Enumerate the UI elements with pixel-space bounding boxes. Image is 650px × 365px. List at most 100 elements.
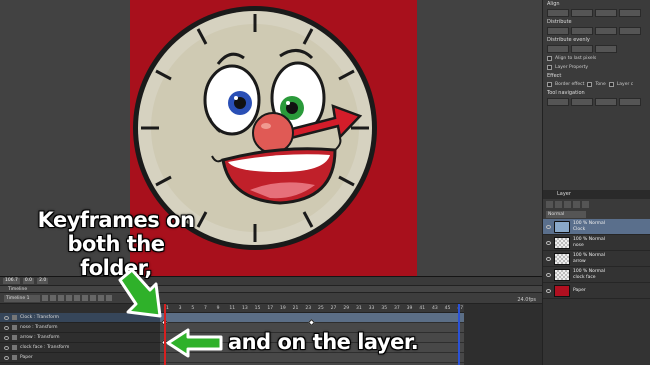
blend-mode-select[interactable]: Normal [546,210,586,218]
layer-tool-4[interactable] [573,200,580,208]
layer-item-arrow[interactable]: 100 % Normal arrow [543,251,650,267]
keyframe-icon[interactable] [98,295,104,301]
distribute-evenly-h-button[interactable] [547,45,569,53]
track-clock-face[interactable]: clock face : Transform [0,343,160,353]
loop-icon[interactable] [90,295,96,301]
layer-icon [12,355,17,360]
layer-tool-1[interactable] [546,200,553,208]
next-frame-icon[interactable] [74,295,80,301]
arrow-left-icon [166,328,223,358]
eye-icon[interactable] [546,272,551,277]
effect-options: Border effect Tone Layer c [543,80,650,89]
frame-tick: 9 [216,306,220,311]
caption-layer-keyframes: and on the layer. [228,330,419,354]
layer-thumbnail [554,252,570,265]
fps-label: 24.0fps [517,297,536,303]
layer-icon [12,345,17,350]
distribute-evenly-buttons [543,44,650,54]
prev-frame-icon[interactable] [58,295,64,301]
distribute-buttons [543,26,650,36]
frame-tick: 45 [444,306,451,311]
layer-tool-3[interactable] [564,200,571,208]
layer-item-clock[interactable]: 100 % Normal Clock [543,219,650,235]
border-effect-checkbox[interactable] [547,82,552,87]
layer-property-option[interactable]: Layer Property [543,63,650,72]
align-left-button[interactable] [547,9,569,17]
layer-item-clock-face[interactable]: 100 % Normal clock face [543,267,650,283]
layer-tool-2[interactable] [555,200,562,208]
distribute-top-button[interactable] [619,27,641,35]
layer-panel: Layer Normal 100 % Normal Clock 100 % No… [543,190,650,365]
layer-item-nose[interactable]: 100 % Normal nose [543,235,650,251]
nose [252,112,294,154]
folder-icon [12,315,17,320]
frame-tick: 7 [204,306,207,311]
right-panel: Align Distribute Distribute evenly Align… [542,0,650,365]
frame-tick: 35 [381,306,388,311]
play-icon[interactable] [66,295,72,301]
align-center-button[interactable] [571,9,593,17]
distribute-right-button[interactable] [595,27,617,35]
timeline-tab[interactable]: Timeline [0,286,542,293]
distribute-evenly-space-button[interactable] [595,45,617,53]
tool-nav-button-2[interactable] [571,98,593,106]
tool-nav-button-3[interactable] [595,98,617,106]
zoom-field[interactable]: 106.7 [3,278,20,284]
layer-property-checkbox[interactable] [547,65,552,70]
frame-tick: 25 [318,306,324,311]
eye-icon[interactable] [546,240,551,245]
blend-row: Normal [543,209,650,219]
track-arrow[interactable]: arrow : Transform [0,333,160,343]
new-timeline-icon[interactable] [42,295,48,301]
layer-color-checkbox[interactable] [608,82,614,87]
layer-thumbnail [554,236,570,249]
distribute-evenly-v-button[interactable] [571,45,593,53]
first-frame-icon[interactable] [50,295,56,301]
folder-icon [554,220,570,233]
frame-tick: 41 [419,306,426,311]
arrow-down-icon [118,268,162,318]
distribute-center-button[interactable] [571,27,593,35]
frame-tick: 19 [280,306,286,311]
onion-skin-icon[interactable] [106,295,112,301]
frame-tick: 15 [254,306,261,311]
distribute-left-button[interactable] [547,27,569,35]
align-buttons [543,8,650,18]
align-pixels-checkbox[interactable] [547,56,552,61]
layer-tool-5[interactable] [582,200,589,208]
track-paper[interactable]: Paper [0,353,160,363]
eye-icon[interactable] [4,355,9,360]
app-window: Align Distribute Distribute evenly Align… [0,0,650,365]
tool-nav-button-4[interactable] [619,98,641,106]
layer-item-paper[interactable]: Paper [543,283,650,299]
track-list: Clock : Transform nose : Transform arrow… [0,313,160,363]
eye-icon[interactable] [4,335,9,340]
eye-icon[interactable] [4,325,9,330]
eye-icon[interactable] [546,256,551,261]
frame-tick: 43 [432,306,438,311]
frame-tick: 23 [305,306,312,311]
track-nose[interactable]: nose : Transform [0,323,160,333]
align-top-button[interactable] [619,9,641,17]
frame-tick: 21 [292,306,299,311]
eye-icon[interactable] [546,224,551,229]
tool-navigation-buttons [543,97,650,107]
align-right-button[interactable] [595,9,617,17]
frame-field[interactable]: 0.0 [22,278,35,284]
tone-checkbox[interactable] [587,82,593,87]
end-frame-marker[interactable] [458,304,460,365]
layer-icon [12,335,17,340]
eye-icon[interactable] [4,315,9,320]
align-title: Align [547,1,560,7]
last-frame-icon[interactable] [82,295,88,301]
eye-icon[interactable] [4,345,9,350]
eye-icon[interactable] [546,288,551,293]
frame-tick: 33 [368,306,375,311]
frame-ruler[interactable]: 1 3 5 7 9 11 13 15 17 19 21 23 25 27 29 31 33 35 37 39 41 43 4… [160,304,464,313]
frame-tick: 37 [394,306,400,311]
layer-tab[interactable]: Layer [543,190,650,199]
timeline-select[interactable]: Timeline 1 [4,294,40,302]
frame-tick: 11 [229,306,236,311]
align-pixels-option[interactable]: Align to last pixels [543,54,650,63]
tool-nav-button-1[interactable] [547,98,569,106]
